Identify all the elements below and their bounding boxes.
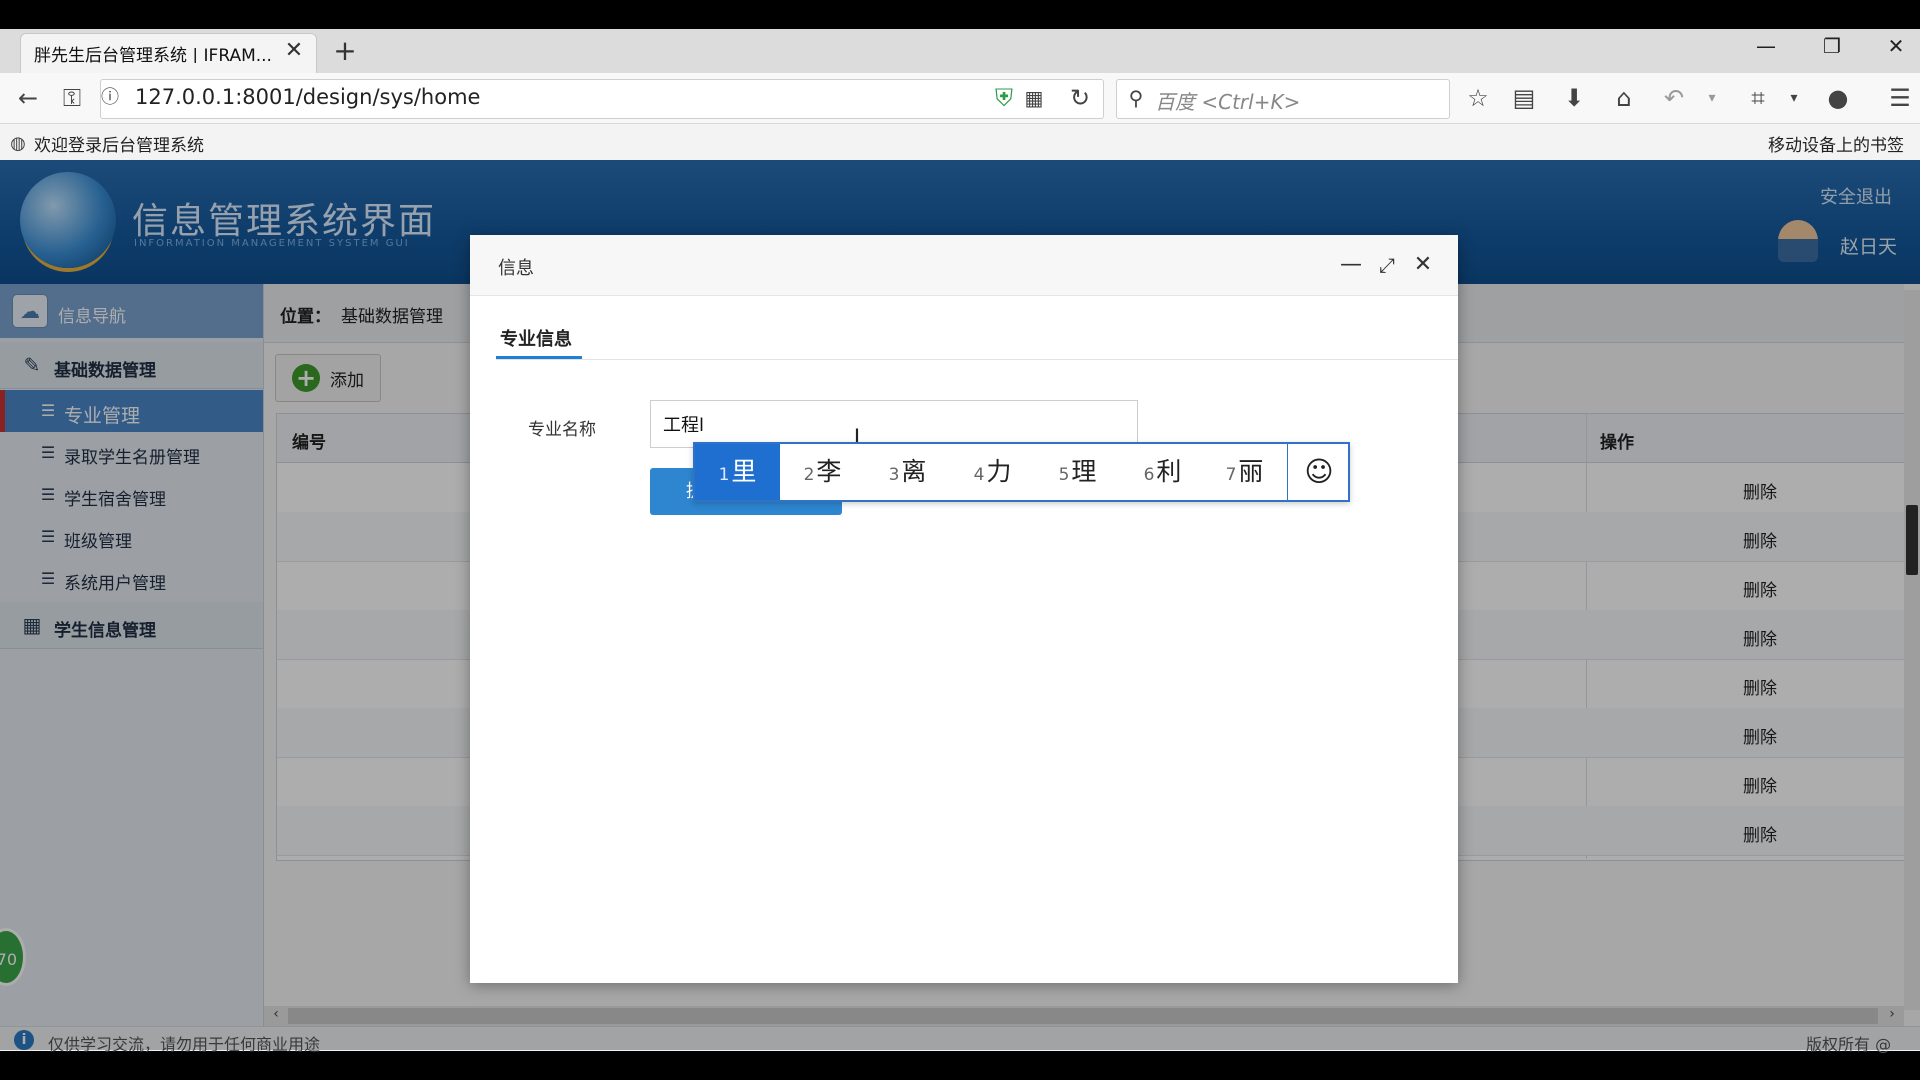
browser-tab-title: 胖先生后台管理系统 | IFRAM... <box>34 46 272 63</box>
bookmarks-bar <box>0 124 1920 161</box>
undo-dropdown-icon[interactable]: ▾ <box>1696 82 1728 114</box>
home-icon[interactable]: ⌂ <box>1608 82 1640 114</box>
candidate-number: 1 <box>718 465 730 485</box>
download-icon[interactable]: ⬇ <box>1558 82 1590 114</box>
candidate-number: 5 <box>1058 465 1070 485</box>
ime-candidate[interactable]: 7丽 <box>1202 444 1287 500</box>
candidate-number: 2 <box>803 465 815 485</box>
menu-icon[interactable]: ☰ <box>1884 82 1916 114</box>
ime-candidate[interactable]: 2李 <box>780 444 865 500</box>
major-name-label: 专业名称 <box>528 420 596 440</box>
minimize-dialog-icon[interactable]: — <box>1336 250 1366 280</box>
reload-icon[interactable]: ↻ <box>1064 82 1096 114</box>
candidate-number: 4 <box>973 465 985 485</box>
minimize-window-icon[interactable]: — <box>1746 34 1786 64</box>
site-info-icon[interactable]: ⓘ <box>94 82 126 114</box>
maximize-dialog-icon[interactable]: ⤢ <box>1372 250 1402 280</box>
chat-icon[interactable]: ● <box>1822 82 1854 114</box>
shield-icon[interactable]: ⛨ <box>988 82 1020 114</box>
close-dialog-icon[interactable]: ✕ <box>1408 250 1438 280</box>
candidate-number: 7 <box>1225 465 1237 485</box>
star-icon[interactable]: ☆ <box>1462 82 1494 114</box>
key-icon[interactable]: ⚿ <box>56 82 88 114</box>
info-dialog <box>470 235 1458 983</box>
ime-separator <box>1287 444 1288 500</box>
undo-icon[interactable]: ↶ <box>1658 82 1690 114</box>
ime-candidate[interactable]: 5理 <box>1035 444 1120 500</box>
candidate-char: 离 <box>901 457 927 486</box>
search-placeholder: 百度 <Ctrl+K> <box>1155 90 1301 114</box>
screenshot-dropdown-icon[interactable]: ▾ <box>1778 82 1810 114</box>
bookmark-item[interactable]: 欢迎登录后台管理系统 <box>34 131 204 156</box>
close-window-icon[interactable]: ✕ <box>1876 34 1916 64</box>
tab-divider <box>496 359 1458 360</box>
candidate-number: 3 <box>888 465 900 485</box>
candidate-char: 力 <box>986 457 1012 486</box>
back-icon[interactable]: ← <box>12 82 44 114</box>
mobile-bookmarks[interactable]: 移动设备上的书签 <box>1768 131 1920 153</box>
url-text: 127.0.0.1:8001/design/sys/home <box>135 85 481 109</box>
qr-code-icon[interactable]: ▦ <box>1018 82 1050 114</box>
ime-candidate[interactable]: 3离 <box>865 444 950 500</box>
candidate-char: 李 <box>816 457 842 486</box>
smiley-icon[interactable]: ☺ <box>1290 444 1348 500</box>
tab-major-info[interactable]: 专业信息 <box>500 325 610 350</box>
screen-border-bottom <box>0 1050 1920 1080</box>
new-tab-icon[interactable]: + <box>330 34 360 68</box>
candidate-char: 理 <box>1071 457 1097 486</box>
bookmark-globe-icon: ◍ <box>10 133 26 154</box>
ime-candidate[interactable]: 4力 <box>950 444 1035 500</box>
candidate-char: 丽 <box>1238 457 1264 486</box>
dialog-title: 信息 <box>498 258 534 279</box>
restore-window-icon[interactable]: ❐ <box>1812 34 1852 64</box>
close-tab-icon[interactable]: ✕ <box>282 38 306 64</box>
candidate-char: 利 <box>1156 457 1182 486</box>
candidate-char: 里 <box>731 457 757 486</box>
dialog-header <box>470 235 1458 296</box>
ime-candidate[interactable]: 1里 <box>695 444 780 500</box>
candidate-number: 6 <box>1143 465 1155 485</box>
reading-list-icon[interactable]: ▤ <box>1508 82 1540 114</box>
major-name-input[interactable] <box>650 400 1138 448</box>
screen-border-top <box>0 0 1920 29</box>
ime-candidate[interactable]: 6利 <box>1120 444 1205 500</box>
screenshot-icon[interactable]: ⌗ <box>1742 82 1774 114</box>
search-icon: ⚲ <box>1128 86 1144 110</box>
